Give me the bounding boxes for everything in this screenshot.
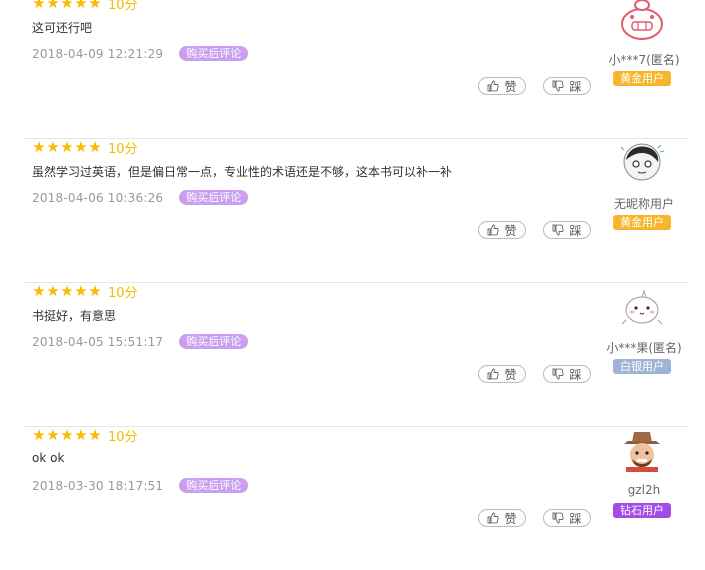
rating-row: ★ ★ ★ ★ ★ 10分 [32, 281, 138, 301]
star-icon: ★ [74, 137, 88, 156]
purchase-verified-badge: 购买后评论 [179, 478, 249, 493]
review-score: 10分 [108, 285, 138, 301]
rating-row: ★ ★ ★ ★ ★ 10分 [32, 0, 138, 13]
purchase-verified-badge: 购买后评论 [179, 46, 249, 61]
review-item: ★ ★ ★ ★ ★ 10分 虽然学习过英语，但是偏日常一点，专业性的术语还是不够… [24, 138, 688, 283]
review-timestamp: 2018-03-30 18:17:51 [32, 478, 164, 493]
review-score: 10分 [108, 429, 138, 445]
star-icon: ★ [60, 425, 74, 444]
review-content: ok ok [32, 451, 65, 465]
star-icon: ★ [74, 0, 88, 12]
dislike-button[interactable]: 踩 [543, 77, 591, 95]
user-level-badge: 黄金用户 [613, 215, 671, 230]
review-content: 虽然学习过英语，但是偏日常一点，专业性的术语还是不够，这本书可以补一补 [32, 165, 453, 179]
star-icon: ★ [88, 0, 102, 12]
review-score: 10分 [108, 0, 138, 13]
user-level-badge: 白银用户 [613, 359, 671, 374]
dislike-button[interactable]: 踩 [543, 509, 591, 527]
star-icon: ★ [60, 137, 74, 156]
star-rating: ★ ★ ★ ★ ★ [32, 281, 102, 300]
review-meta: 2018-04-06 10:36:26 购买后评论 [32, 190, 249, 205]
like-label: 赞 [504, 223, 517, 238]
thumbs-up-icon [488, 80, 500, 92]
thumbs-up-icon [488, 368, 500, 380]
star-icon: ★ [60, 281, 74, 300]
star-rating: ★ ★ ★ ★ ★ [32, 425, 102, 444]
thumbs-up-icon [488, 224, 500, 236]
dislike-button[interactable]: 踩 [543, 365, 591, 383]
like-label: 赞 [504, 511, 517, 526]
purchase-verified-badge: 购买后评论 [179, 334, 249, 349]
like-label: 赞 [504, 367, 517, 382]
username[interactable]: gzl2h [600, 483, 688, 497]
star-icon: ★ [88, 137, 102, 156]
review-timestamp: 2018-04-06 10:36:26 [32, 190, 164, 205]
user-level-badge: 黄金用户 [613, 71, 671, 86]
thumbs-down-icon [553, 368, 565, 380]
user-level-badge: 钻石用户 [613, 503, 671, 518]
thumbs-down-icon [553, 80, 565, 92]
rating-row: ★ ★ ★ ★ ★ 10分 [32, 137, 138, 157]
review-timestamp: 2018-04-05 15:51:17 [32, 334, 164, 349]
star-icon: ★ [32, 281, 46, 300]
avatar[interactable] [618, 0, 666, 42]
review-item: ★ ★ ★ ★ ★ 10分 书挺好，有意思 2018-04-05 15:51:1… [24, 282, 688, 427]
review-content: 这可还行吧 [32, 21, 93, 35]
like-button[interactable]: 赞 [478, 365, 526, 383]
star-icon: ★ [74, 281, 88, 300]
dislike-label: 踩 [569, 223, 582, 238]
avatar[interactable] [618, 282, 666, 330]
username[interactable]: 无昵称用户 [600, 195, 688, 212]
thumbs-down-icon [553, 512, 565, 524]
like-label: 赞 [504, 79, 517, 94]
review-content: 书挺好，有意思 [32, 309, 117, 323]
star-icon: ★ [46, 137, 60, 156]
star-rating: ★ ★ ★ ★ ★ [32, 0, 102, 11]
review-item: ★ ★ ★ ★ ★ 10分 这可还行吧 2018-04-09 12:21:29 … [24, 0, 688, 139]
star-icon: ★ [46, 281, 60, 300]
like-button[interactable]: 赞 [478, 221, 526, 239]
username[interactable]: 小***7(匿名) [600, 51, 688, 68]
like-button[interactable]: 赞 [478, 509, 526, 527]
star-icon: ★ [46, 425, 60, 444]
username[interactable]: 小***果(匿名) [600, 339, 688, 356]
thumbs-up-icon [488, 512, 500, 524]
star-icon: ★ [32, 425, 46, 444]
review-meta: 2018-03-30 18:17:51 购买后评论 [32, 478, 249, 493]
review-timestamp: 2018-04-09 12:21:29 [32, 46, 164, 61]
like-button[interactable]: 赞 [478, 77, 526, 95]
star-icon: ★ [60, 0, 74, 12]
star-icon: ★ [32, 0, 46, 12]
star-icon: ★ [74, 425, 88, 444]
star-icon: ★ [88, 425, 102, 444]
dislike-label: 踩 [569, 79, 582, 94]
purchase-verified-badge: 购买后评论 [179, 190, 249, 205]
star-icon: ★ [32, 137, 46, 156]
thumbs-down-icon [553, 224, 565, 236]
dislike-button[interactable]: 踩 [543, 221, 591, 239]
dislike-label: 踩 [569, 511, 582, 526]
avatar[interactable] [618, 138, 666, 186]
review-meta: 2018-04-05 15:51:17 购买后评论 [32, 334, 249, 349]
rating-row: ★ ★ ★ ★ ★ 10分 [32, 425, 138, 445]
star-rating: ★ ★ ★ ★ ★ [32, 137, 102, 156]
review-score: 10分 [108, 141, 138, 157]
star-icon: ★ [88, 281, 102, 300]
avatar[interactable] [618, 426, 666, 474]
star-icon: ★ [46, 0, 60, 12]
dislike-label: 踩 [569, 367, 582, 382]
review-meta: 2018-04-09 12:21:29 购买后评论 [32, 46, 249, 61]
review-item: ★ ★ ★ ★ ★ 10分 ok ok 2018-03-30 18:17:51 … [24, 426, 688, 570]
